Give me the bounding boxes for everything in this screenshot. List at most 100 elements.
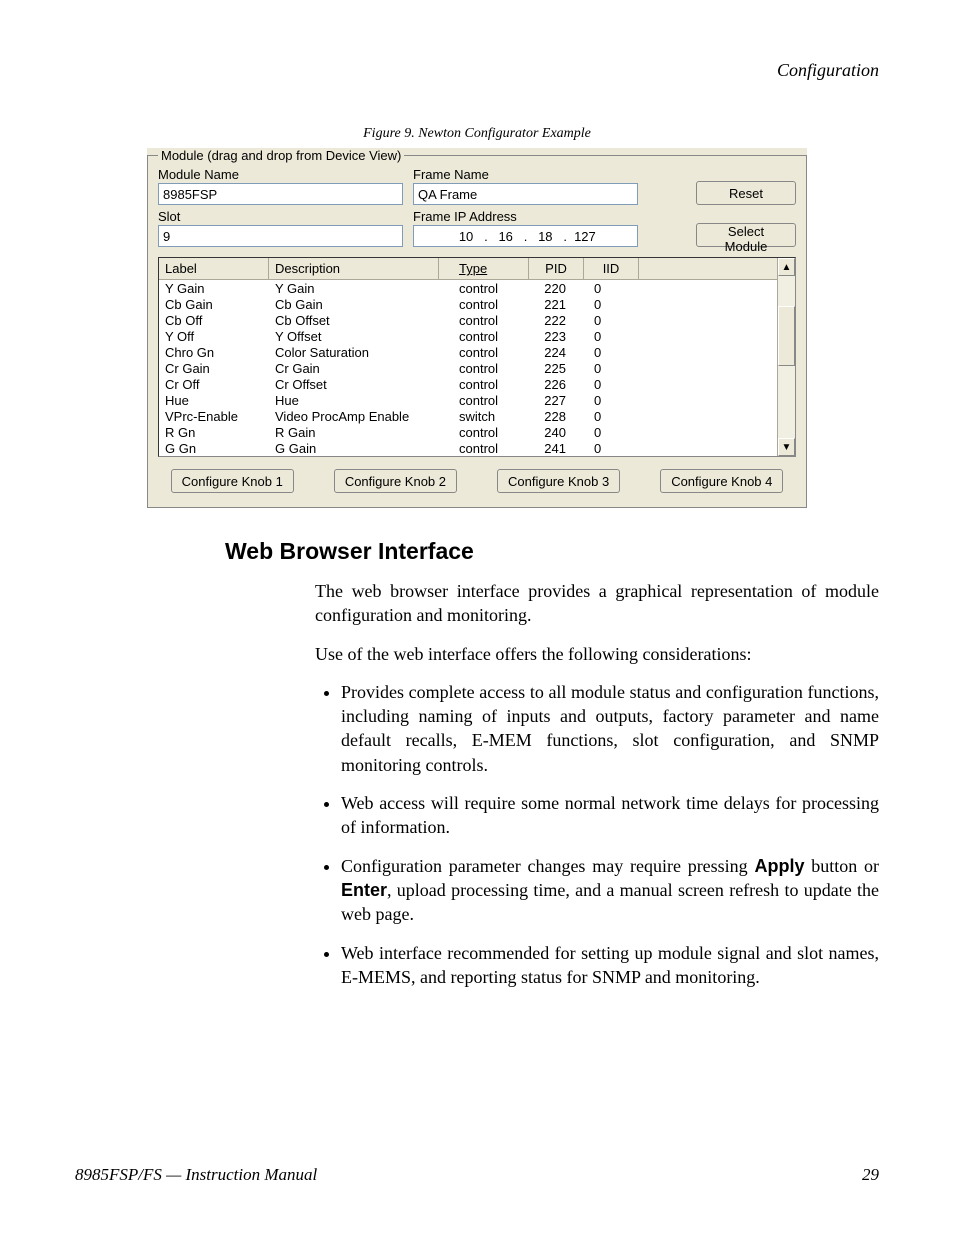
cell-pid: 228 xyxy=(529,409,584,424)
body-paragraph: Use of the web interface offers the foll… xyxy=(315,642,879,666)
reset-button[interactable]: Reset xyxy=(696,181,796,205)
list-item: Provides complete access to all module s… xyxy=(341,680,879,777)
cell-type: control xyxy=(439,441,529,456)
parameter-table: Label Description Type PID IID Y GainY G… xyxy=(158,257,796,457)
scroll-down-icon[interactable]: ▼ xyxy=(778,438,795,456)
select-module-button[interactable]: Select Module xyxy=(696,223,796,247)
cell-type: control xyxy=(439,377,529,392)
table-scrollbar[interactable]: ▲ ▼ xyxy=(777,258,795,456)
list-item: Web access will require some normal netw… xyxy=(341,791,879,840)
cell-pid: 225 xyxy=(529,361,584,376)
cell-description: Y Gain xyxy=(269,281,439,296)
module-name-label: Module Name xyxy=(158,167,403,182)
table-row[interactable]: Y OffY Offsetcontrol2230 xyxy=(159,328,795,344)
cell-iid: 0 xyxy=(584,425,639,440)
table-row[interactable]: Cr GainCr Gaincontrol2250 xyxy=(159,360,795,376)
table-row[interactable]: VPrc-EnableVideo ProcAmp Enableswitch228… xyxy=(159,408,795,424)
slot-input[interactable] xyxy=(158,225,403,247)
cell-pid: 227 xyxy=(529,393,584,408)
cell-label: R Gn xyxy=(159,425,269,440)
newton-configurator: Module (drag and drop from Device View) … xyxy=(147,148,807,508)
scroll-up-icon[interactable]: ▲ xyxy=(778,258,795,276)
col-header-pid[interactable]: PID xyxy=(529,258,584,279)
table-row[interactable]: Chro GnColor Saturationcontrol2240 xyxy=(159,344,795,360)
configure-knob-3-button[interactable]: Configure Knob 3 xyxy=(497,469,620,493)
cell-pid: 226 xyxy=(529,377,584,392)
table-row[interactable]: Cr OffCr Offsetcontrol2260 xyxy=(159,376,795,392)
footer-page-number: 29 xyxy=(862,1165,879,1185)
cell-pid: 240 xyxy=(529,425,584,440)
cell-iid: 0 xyxy=(584,393,639,408)
cell-label: Chro Gn xyxy=(159,345,269,360)
table-row[interactable]: G GnG Gaincontrol2410 xyxy=(159,440,795,456)
cell-pid: 224 xyxy=(529,345,584,360)
module-name-input[interactable] xyxy=(158,183,403,205)
cell-label: Y Off xyxy=(159,329,269,344)
cell-iid: 0 xyxy=(584,409,639,424)
cell-type: control xyxy=(439,297,529,312)
col-header-description[interactable]: Description xyxy=(269,258,439,279)
cell-type: control xyxy=(439,393,529,408)
list-item: Configuration parameter changes may requ… xyxy=(341,854,879,927)
cell-type: control xyxy=(439,345,529,360)
table-row[interactable]: Cb OffCb Offsetcontrol2220 xyxy=(159,312,795,328)
cell-iid: 0 xyxy=(584,281,639,296)
enter-label: Enter xyxy=(341,880,387,900)
cell-description: Hue xyxy=(269,393,439,408)
ip-octet-3[interactable]: 18 xyxy=(533,229,557,244)
frame-name-input[interactable] xyxy=(413,183,638,205)
cell-iid: 0 xyxy=(584,361,639,376)
cell-pid: 241 xyxy=(529,441,584,456)
cell-type: control xyxy=(439,425,529,440)
table-header-row: Label Description Type PID IID xyxy=(159,258,795,280)
figure-caption: Figure 9. Newton Configurator Example xyxy=(75,126,879,142)
configure-knob-1-button[interactable]: Configure Knob 1 xyxy=(171,469,294,493)
cell-label: Cb Off xyxy=(159,313,269,328)
page-header-section: Configuration xyxy=(75,60,879,81)
cell-pid: 222 xyxy=(529,313,584,328)
frame-ip-input[interactable]: 10 . 16 . 18 . 127 xyxy=(413,225,638,247)
cell-pid: 221 xyxy=(529,297,584,312)
footer-manual-title: 8985FSP/FS — Instruction Manual xyxy=(75,1165,317,1185)
cell-description: R Gain xyxy=(269,425,439,440)
list-item: Web interface recommended for setting up… xyxy=(341,941,879,990)
col-header-spacer xyxy=(639,258,795,279)
cell-description: Cr Offset xyxy=(269,377,439,392)
col-header-iid[interactable]: IID xyxy=(584,258,639,279)
configure-knob-4-button[interactable]: Configure Knob 4 xyxy=(660,469,783,493)
cell-description: Cb Offset xyxy=(269,313,439,328)
apply-label: Apply xyxy=(754,856,804,876)
cell-label: VPrc-Enable xyxy=(159,409,269,424)
cell-iid: 0 xyxy=(584,329,639,344)
cell-label: G Gn xyxy=(159,441,269,456)
col-header-type[interactable]: Type xyxy=(439,258,529,279)
table-row[interactable]: Y GainY Gaincontrol2200 xyxy=(159,280,795,296)
cell-type: control xyxy=(439,361,529,376)
module-fieldset-legend: Module (drag and drop from Device View) xyxy=(158,148,404,163)
cell-pid: 220 xyxy=(529,281,584,296)
cell-pid: 223 xyxy=(529,329,584,344)
scroll-thumb[interactable] xyxy=(778,306,795,366)
scroll-track[interactable] xyxy=(778,276,795,438)
cell-description: G Gain xyxy=(269,441,439,456)
cell-label: Cb Gain xyxy=(159,297,269,312)
cell-type: control xyxy=(439,329,529,344)
cell-description: Cr Gain xyxy=(269,361,439,376)
cell-type: switch xyxy=(439,409,529,424)
cell-type: control xyxy=(439,313,529,328)
ip-octet-2[interactable]: 16 xyxy=(494,229,518,244)
section-heading: Web Browser Interface xyxy=(225,538,879,565)
body-paragraph: The web browser interface provides a gra… xyxy=(315,579,879,628)
table-row[interactable]: HueHuecontrol2270 xyxy=(159,392,795,408)
cell-iid: 0 xyxy=(584,313,639,328)
cell-iid: 0 xyxy=(584,377,639,392)
table-row[interactable]: Cb GainCb Gaincontrol2210 xyxy=(159,296,795,312)
cell-label: Cr Gain xyxy=(159,361,269,376)
cell-description: Color Saturation xyxy=(269,345,439,360)
cell-iid: 0 xyxy=(584,441,639,456)
table-row[interactable]: R GnR Gaincontrol2400 xyxy=(159,424,795,440)
ip-octet-1[interactable]: 10 xyxy=(454,229,478,244)
ip-octet-4[interactable]: 127 xyxy=(573,229,597,244)
configure-knob-2-button[interactable]: Configure Knob 2 xyxy=(334,469,457,493)
col-header-label[interactable]: Label xyxy=(159,258,269,279)
